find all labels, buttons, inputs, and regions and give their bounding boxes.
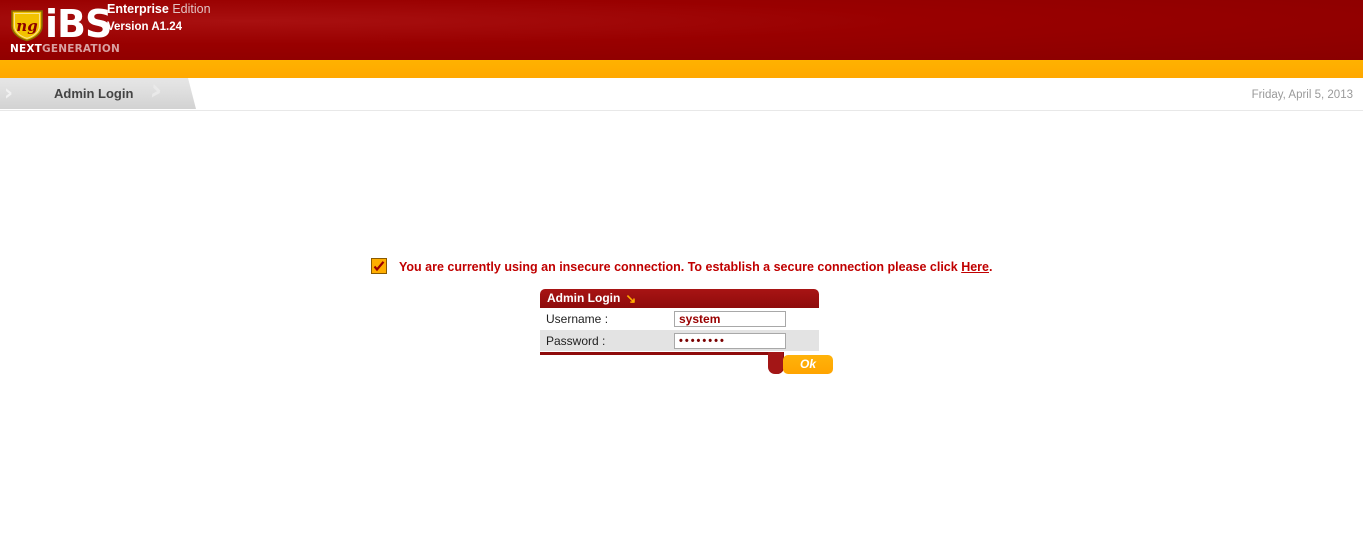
footer-rule (540, 352, 776, 355)
edition-info: Enterprise Edition Version A1.24 (107, 2, 211, 35)
svg-text:ng: ng (16, 17, 37, 35)
chevron-right-icon: › (4, 81, 14, 106)
ok-button[interactable]: Ok (783, 355, 833, 374)
brand-wordmark: iBS (45, 2, 112, 46)
current-date: Friday, April 5, 2013 (1251, 89, 1353, 101)
accent-bar (0, 60, 1363, 78)
username-input[interactable] (674, 310, 786, 327)
edition-strong: Enterprise (107, 2, 169, 16)
chevron-watermark-icon: › (147, 78, 165, 109)
warning-text-after: . (988, 260, 993, 274)
shield-icon: ng (10, 9, 44, 42)
username-label: Username : (546, 311, 609, 326)
admin-login-panel: Admin Login ↘ Username : Password : Ok (540, 289, 833, 376)
arrow-down-right-icon: ↘ (625, 291, 637, 306)
panel-title: Admin Login (547, 291, 621, 305)
footer-ribbon-tab (768, 352, 784, 374)
form-row-password: Password : (540, 330, 819, 352)
version-label: Version A1.24 (107, 21, 183, 33)
form-row-username: Username : (540, 308, 819, 330)
tagline-generation: GENERATION (42, 43, 120, 55)
breadcrumb-label: Admin Login (54, 86, 134, 101)
edition-line: Enterprise Edition (107, 2, 211, 17)
password-label: Password : (546, 333, 606, 348)
app-header: ng iBS NEXTGENERATION Enterprise Edition… (0, 0, 1363, 60)
warning-text: You are currently using an insecure conn… (399, 256, 993, 278)
password-input[interactable] (674, 332, 786, 349)
brand-logo: ng iBS NEXTGENERATION (5, 2, 120, 55)
checkmark-box-icon (370, 258, 387, 274)
warning-text-before: You are currently using an insecure conn… (398, 260, 962, 274)
secure-connection-link[interactable]: Here (961, 260, 989, 274)
insecure-connection-warning: You are currently using an insecure conn… (0, 256, 1363, 280)
panel-footer: Ok (540, 352, 833, 376)
breadcrumb-bar: › › Admin Login Friday, April 5, 2013 (0, 78, 1363, 111)
edition-light: Edition (168, 2, 211, 16)
brand-tagline: NEXTGENERATION (10, 44, 120, 55)
tagline-next: NEXT (10, 43, 43, 55)
panel-header: Admin Login ↘ (540, 289, 819, 308)
breadcrumb-tab-admin-login[interactable]: › › Admin Login (0, 78, 196, 109)
